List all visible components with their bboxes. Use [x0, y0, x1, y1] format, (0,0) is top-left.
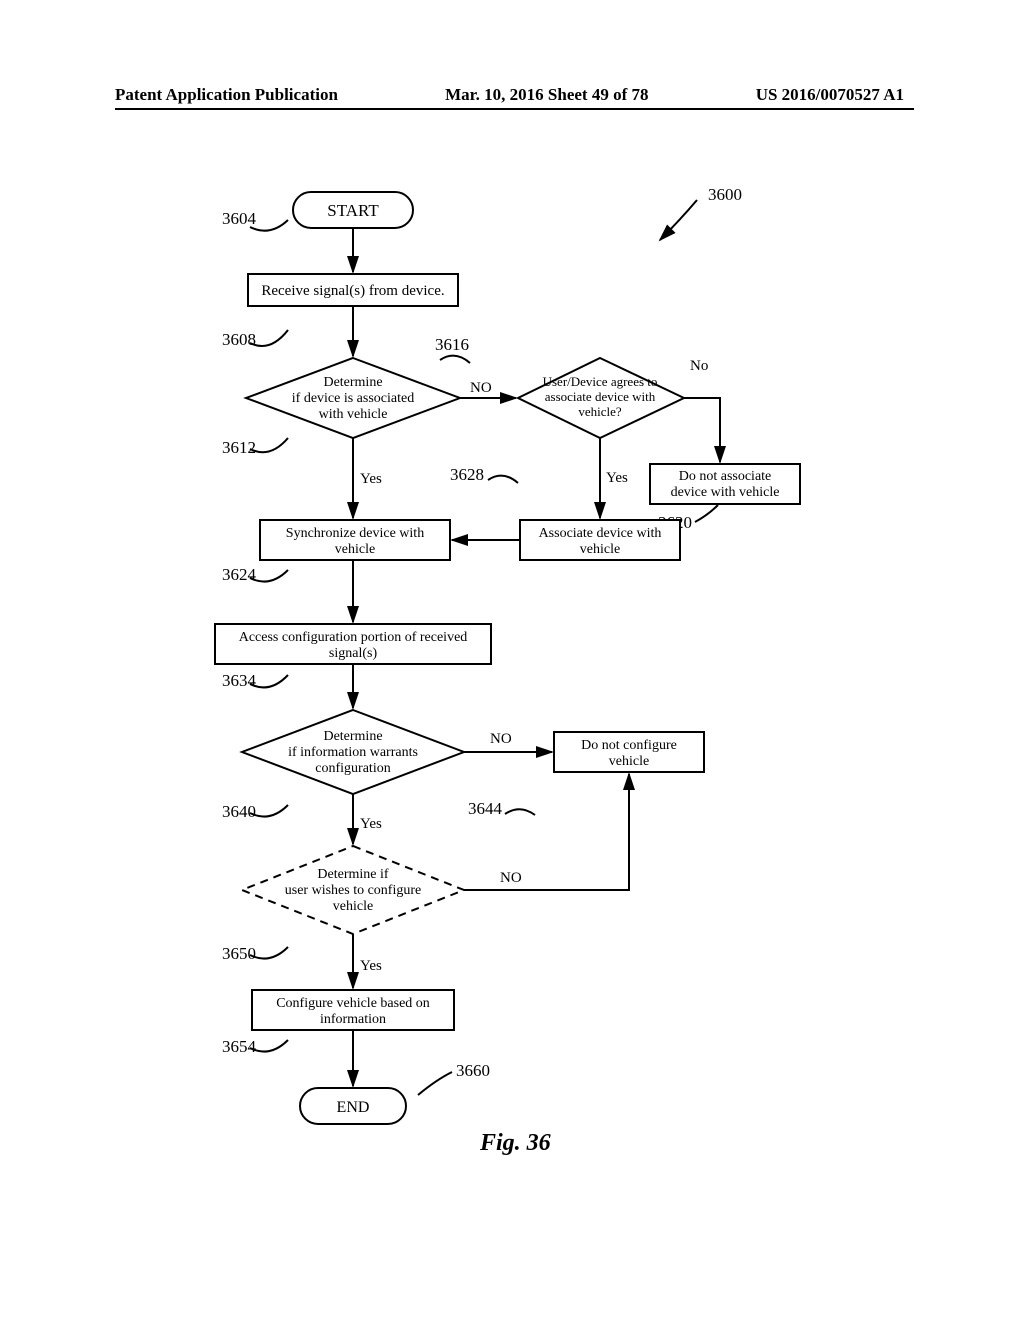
label-3650: 3650: [222, 944, 256, 963]
label-3634: 3634: [222, 671, 257, 690]
label-3616: 3616: [435, 335, 469, 354]
svg-text:NO: NO: [470, 380, 492, 396]
label-3624: 3624: [222, 565, 257, 584]
svg-text:Do not configure: Do not configure: [581, 738, 677, 753]
svg-text:vehicle: vehicle: [609, 754, 649, 769]
svg-text:user wishes to configure: user wishes to configure: [285, 883, 421, 898]
header-right: US 2016/0070527 A1: [756, 85, 904, 105]
svg-text:Determine: Determine: [323, 729, 382, 744]
svg-text:vehicle: vehicle: [333, 899, 373, 914]
svg-text:Do not associate: Do not associate: [679, 469, 772, 484]
page-header: Patent Application Publication Mar. 10, …: [0, 85, 1024, 105]
svg-text:Associate device with: Associate device with: [539, 526, 662, 541]
svg-text:END: END: [337, 1099, 370, 1116]
svg-text:with vehicle: with vehicle: [319, 407, 388, 422]
svg-text:Synchronize device with: Synchronize device with: [286, 526, 424, 541]
figure-label: Fig. 36: [479, 1130, 551, 1156]
svg-text:Yes: Yes: [360, 471, 382, 487]
svg-text:vehicle?: vehicle?: [578, 404, 622, 419]
label-3644: 3644: [468, 799, 503, 818]
svg-text:Yes: Yes: [360, 958, 382, 974]
svg-text:NO: NO: [500, 870, 522, 886]
svg-text:vehicle: vehicle: [580, 542, 620, 557]
svg-text:if information warrants: if information warrants: [288, 745, 418, 760]
label-3628: 3628: [450, 465, 484, 484]
start-text: START: [327, 201, 379, 220]
svg-text:Configure vehicle based on: Configure vehicle based on: [276, 996, 430, 1011]
svg-text:No: No: [690, 358, 708, 374]
svg-text:Determine: Determine: [323, 375, 382, 390]
svg-text:if device is associated: if device is associated: [292, 391, 414, 406]
label-3640: 3640: [222, 802, 256, 821]
label-3600: 3600: [708, 185, 742, 204]
svg-text:Yes: Yes: [360, 816, 382, 832]
label-3604: 3604: [222, 209, 257, 228]
flowchart: START 3604 Receive signal(s) from device…: [160, 180, 864, 1240]
svg-text:signal(s): signal(s): [329, 646, 378, 661]
svg-text:configuration: configuration: [315, 761, 390, 776]
header-left: Patent Application Publication: [115, 85, 338, 105]
svg-text:NO: NO: [490, 731, 512, 747]
svg-text:Access configuration portion o: Access configuration portion of received: [239, 630, 468, 645]
label-3612: 3612: [222, 438, 256, 457]
label-3654: 3654: [222, 1037, 257, 1056]
svg-text:associate device with: associate device with: [545, 389, 656, 404]
label-3608: 3608: [222, 330, 256, 349]
receive-text: Receive signal(s) from device.: [261, 283, 444, 299]
svg-text:information: information: [320, 1012, 386, 1027]
label-3660: 3660: [456, 1061, 490, 1080]
svg-text:Determine if: Determine if: [317, 867, 388, 882]
svg-text:device with vehicle: device with vehicle: [671, 485, 780, 500]
svg-text:User/Device agrees to: User/Device agrees to: [543, 374, 658, 389]
start-node: START: [293, 192, 413, 228]
header-center: Mar. 10, 2016 Sheet 49 of 78: [445, 85, 648, 105]
header-rule: [115, 108, 914, 110]
svg-text:vehicle: vehicle: [335, 542, 375, 557]
svg-text:Yes: Yes: [606, 470, 628, 486]
